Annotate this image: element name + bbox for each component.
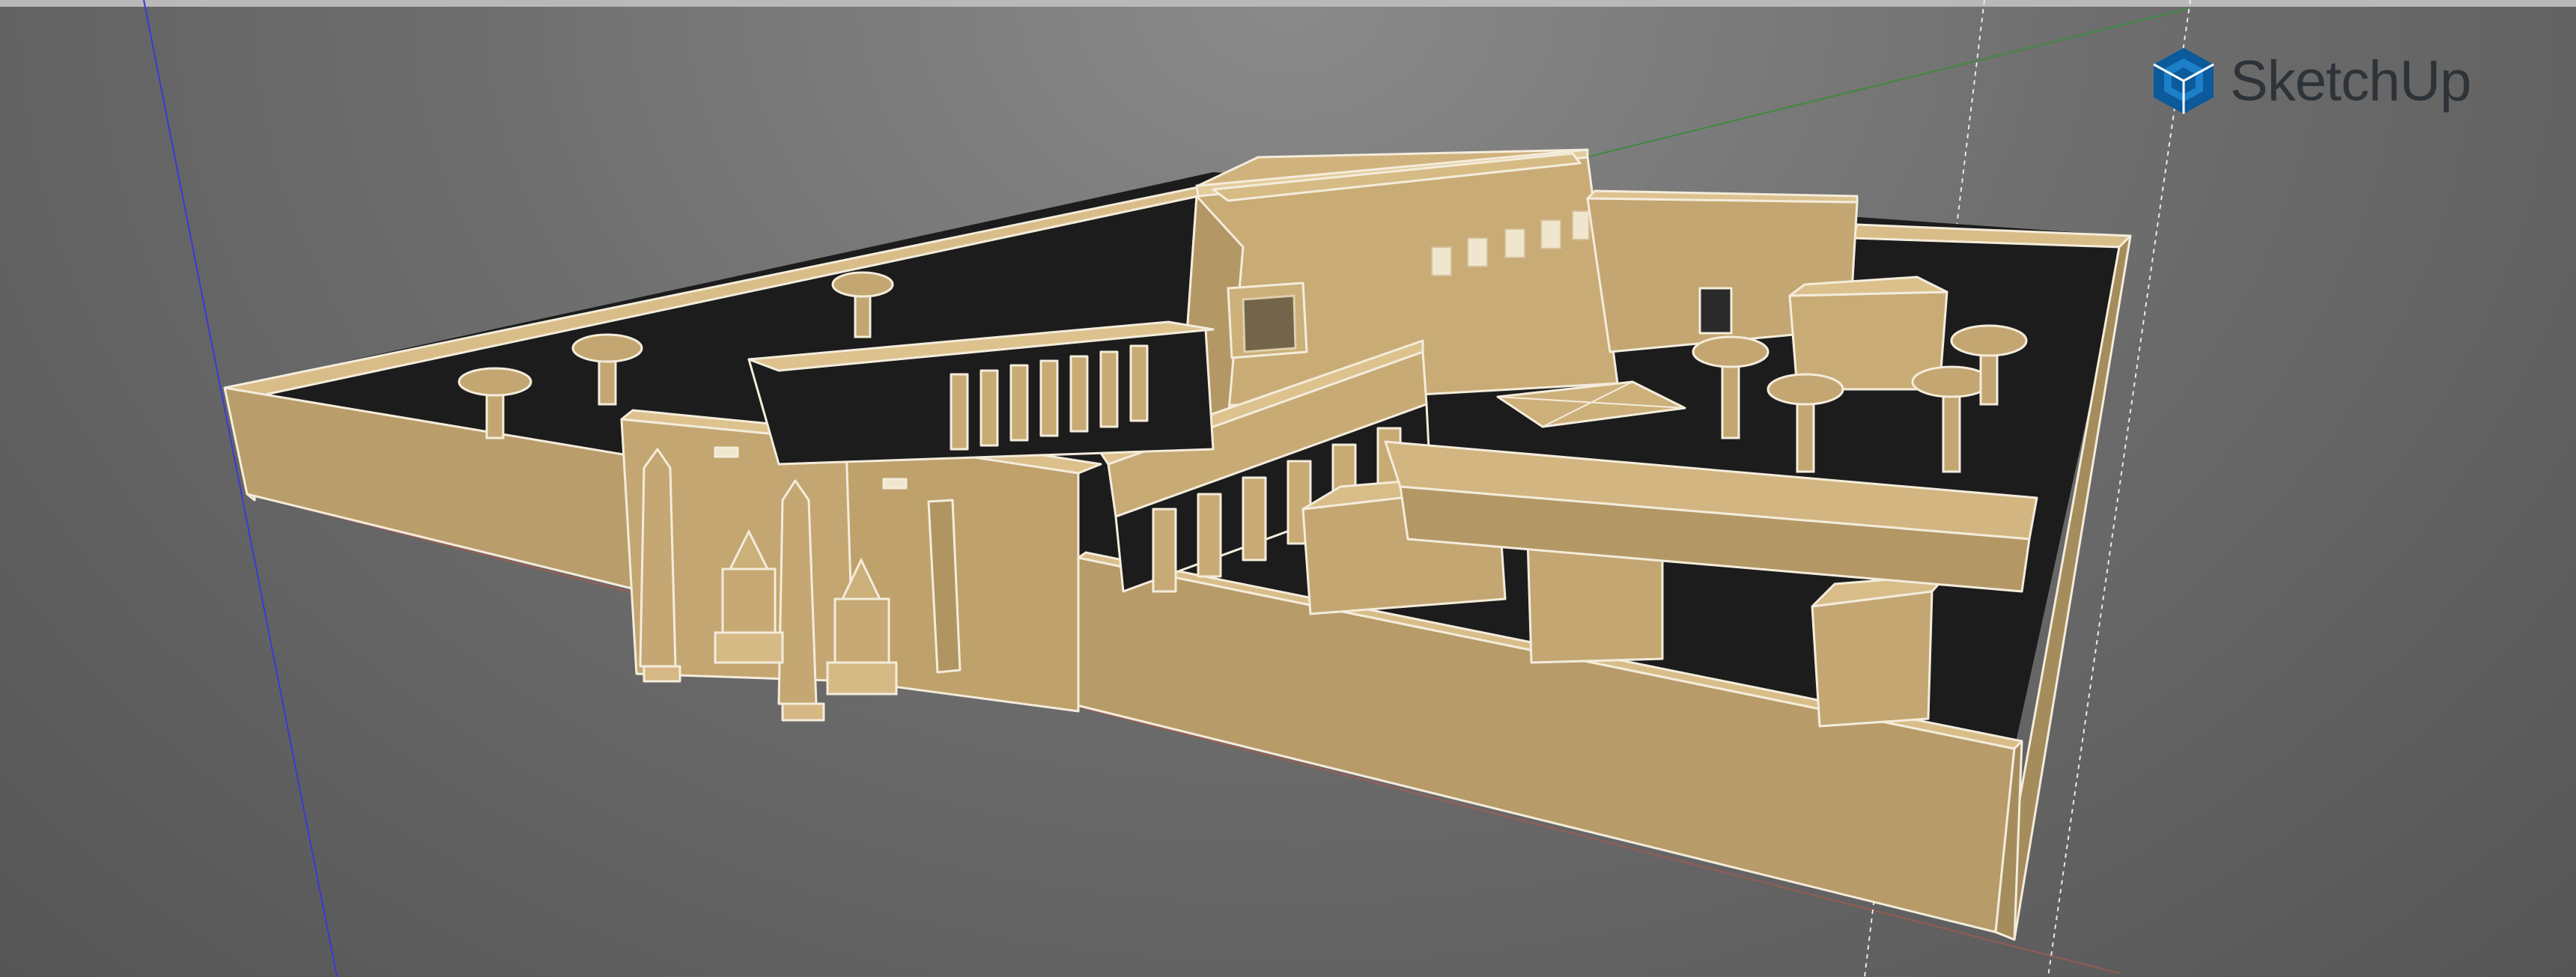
3d-model-scene[interactable] [0, 0, 2576, 977]
brand-watermark: SketchUp [2151, 42, 2471, 120]
model-viewport[interactable]: SketchUp [0, 0, 2576, 977]
sketchup-logo-icon [2153, 48, 2214, 114]
green-axis [1579, 8, 2187, 159]
brand-name: SketchUp [2230, 49, 2471, 113]
